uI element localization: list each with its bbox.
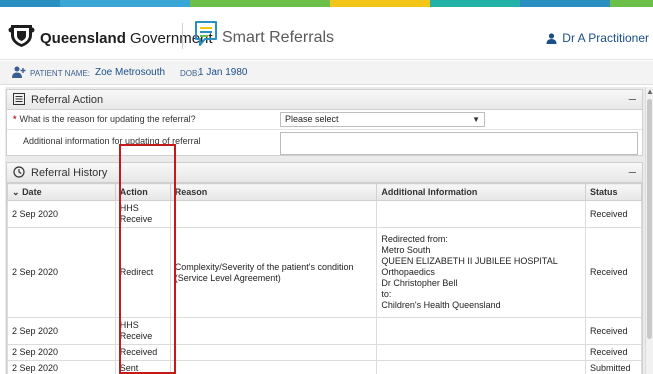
user-menu[interactable]: Dr A Practitioner [546, 31, 649, 45]
collapse-button[interactable]: – [629, 164, 636, 179]
cell-reason [169, 344, 378, 361]
stripe-segment [0, 0, 60, 7]
patient-name: Zoe Metrosouth [95, 67, 166, 78]
additional-info-input[interactable] [280, 132, 638, 155]
patient-dob-label: DOB: [180, 69, 200, 78]
additional-info-line: QUEEN ELIZABETH II JUBILEE HOSPITAL [381, 256, 558, 266]
qld-crest-logo [8, 25, 35, 47]
cell-additional [376, 200, 586, 228]
column-header-action[interactable]: Action [114, 183, 171, 201]
cell-status: Submitted [584, 360, 643, 374]
patient-dob: 1 Jan 1980 [198, 67, 248, 78]
reason-select-value: Please select [285, 114, 339, 124]
cell-action: HHS Receive [114, 200, 171, 228]
cell-reason [169, 200, 378, 228]
cell-reason [169, 360, 378, 374]
cell-additional [376, 360, 586, 374]
scroll-up-icon[interactable]: ▲ [646, 87, 653, 96]
additional-info-row: Additional information for updating of r… [7, 130, 642, 156]
column-header-status[interactable]: Status [584, 183, 643, 201]
additional-info-label: Additional information for updating of r… [23, 136, 201, 146]
panel-title: Referral History [31, 167, 108, 179]
column-header-reason[interactable]: Reason [169, 183, 378, 201]
app-header: Queensland Government Smart Referrals Dr… [0, 7, 653, 60]
cell-additional [376, 317, 586, 345]
reason-select[interactable]: Please select ▼ [280, 112, 485, 127]
chevron-down-icon: ⌄ [12, 186, 20, 197]
table-row[interactable]: 2 Sep 2020 Received Received [7, 344, 643, 361]
app-title: Smart Referrals [222, 29, 335, 46]
reason-question: * What is the reason for updating the ref… [13, 114, 196, 124]
required-marker: * [13, 114, 17, 124]
stripe-segment [520, 0, 610, 7]
cell-action: Received [114, 344, 171, 361]
cell-date: 2 Sep 2020 [7, 360, 116, 374]
patient-icon [12, 66, 26, 78]
additional-info-line: Children's Health Queensland [381, 300, 501, 310]
reason-row: * What is the reason for updating the ref… [7, 110, 642, 130]
vertical-scrollbar[interactable]: ▲ [645, 87, 653, 374]
cell-reason [169, 317, 378, 345]
referral-action-panel: Referral Action – * What is the reason fo… [6, 89, 643, 156]
cell-date: 2 Sep 2020 [7, 227, 116, 318]
cell-reason: Complexity/Severity of the patient's con… [169, 227, 378, 318]
stripe-segment [430, 0, 520, 7]
panel-title: Referral Action [31, 94, 104, 106]
additional-info-line: to: [381, 289, 392, 299]
brand-color-stripe [0, 0, 653, 7]
smart-referrals-icon [195, 21, 217, 46]
patient-name-label: Patient name: [30, 69, 91, 78]
user-name: Dr A Practitioner [562, 31, 649, 45]
cell-status: Received [584, 317, 643, 345]
stripe-segment [610, 0, 653, 7]
referral-history-header[interactable]: Referral History – [7, 163, 642, 183]
cell-date: 2 Sep 2020 [7, 317, 116, 345]
cell-action: HHS Receive [114, 317, 171, 345]
column-header-additional-information[interactable]: Additional Information [376, 183, 586, 201]
scrollbar-thumb[interactable] [647, 99, 652, 339]
header-divider [182, 23, 183, 49]
table-row[interactable]: 2 Sep 2020 Redirect Complexity/Severity of… [7, 227, 643, 318]
cell-date: 2 Sep 2020 [7, 200, 116, 228]
dropdown-arrow-icon: ▼ [472, 115, 480, 124]
additional-info-line: Metro South [381, 245, 431, 255]
referral-action-header[interactable]: Referral Action – [7, 90, 642, 110]
cell-additional [376, 344, 586, 361]
cell-additional: Redirected from: Metro South QUEEN ELIZABE… [376, 227, 586, 318]
patient-banner: Patient name: Zoe Metrosouth DOB: 1 Jan … [0, 61, 653, 85]
additional-info-line: Orthopaedics [381, 267, 435, 277]
cell-date: 2 Sep 2020 [7, 344, 116, 361]
person-icon [546, 32, 557, 44]
table-header-row: ⌄ Date Action Reason Additional Informat… [7, 183, 643, 201]
cell-action: Redirect [114, 227, 171, 318]
column-header-date[interactable]: ⌄ Date [7, 183, 116, 201]
referral-history-panel: Referral History – ⌄ Date Action Reason … [6, 162, 643, 374]
cell-status: Received [584, 200, 643, 228]
stripe-segment [190, 0, 330, 7]
form-icon [13, 93, 25, 105]
additional-info-line: Redirected from: [381, 234, 448, 244]
table-row[interactable]: 2 Sep 2020 Sent Submitted [7, 360, 643, 374]
table-row[interactable]: 2 Sep 2020 HHS Receive Received [7, 317, 643, 345]
stripe-segment [60, 0, 190, 7]
cell-status: Received [584, 344, 643, 361]
cell-action: Sent [114, 360, 171, 374]
additional-info-line: Dr Christopher Bell [381, 278, 458, 288]
cell-status: Received [584, 227, 643, 318]
referral-history-table: ⌄ Date Action Reason Additional Informat… [7, 183, 643, 374]
stripe-segment [330, 0, 430, 7]
collapse-button[interactable]: – [629, 91, 636, 106]
qld-government-logo[interactable]: Queensland Government [40, 30, 213, 47]
history-icon [13, 166, 25, 178]
table-row[interactable]: 2 Sep 2020 HHS Receive Received [7, 200, 643, 228]
